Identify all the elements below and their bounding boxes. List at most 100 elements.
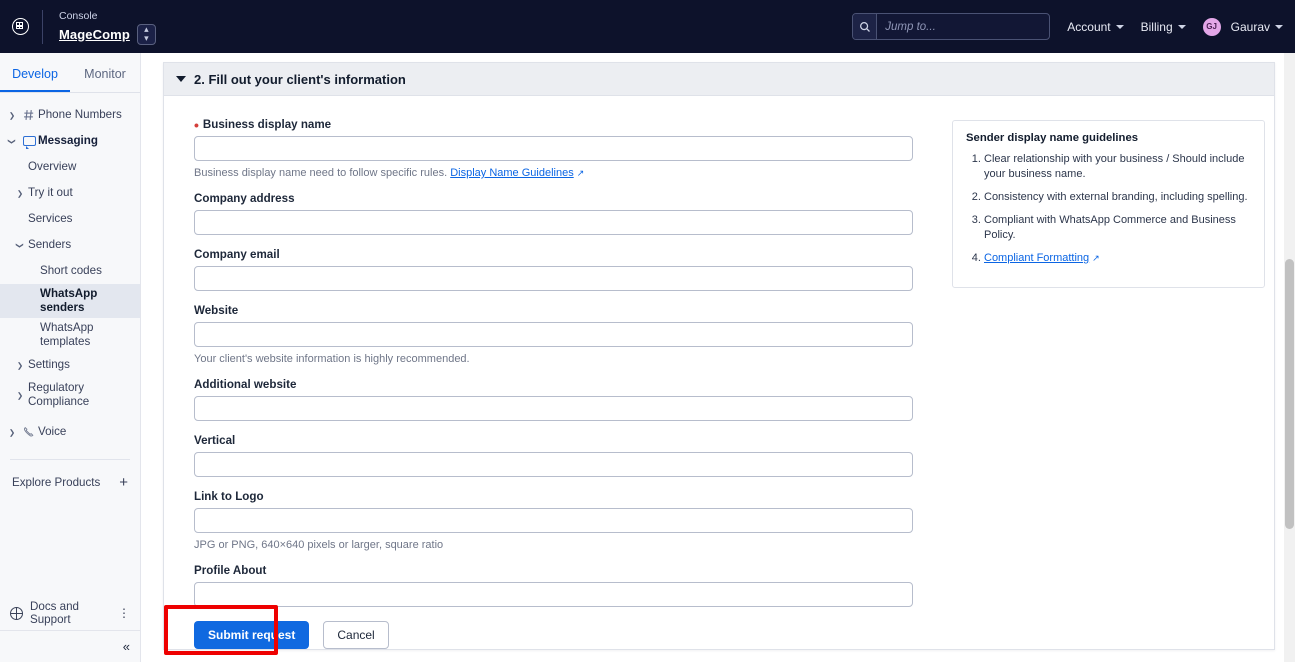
docs-and-support-label: Docs and Support xyxy=(30,600,79,626)
user-menu[interactable]: GJ Gaurav xyxy=(1202,17,1283,36)
cancel-button[interactable]: Cancel xyxy=(323,621,389,649)
company-email-input[interactable] xyxy=(194,266,913,291)
guidelines-title: Sender display name guidelines xyxy=(966,132,1139,144)
field-label: Link to Logo xyxy=(194,490,264,503)
additional-website-input[interactable] xyxy=(194,396,913,421)
chevron-right-icon xyxy=(12,361,28,370)
field-label-text: Business display name xyxy=(202,118,332,131)
sidebar-tabs: Develop Monitor xyxy=(0,53,140,93)
external-link-icon: ↗ xyxy=(1092,253,1100,263)
sidebar-item-try-it-out[interactable]: Try it out xyxy=(0,180,140,206)
field-business-display-name: • Business display name Business display… xyxy=(194,118,924,179)
plus-icon[interactable]: + xyxy=(119,474,128,491)
sidebar-item-voice[interactable]: Voice xyxy=(0,419,140,445)
chevron-right-icon xyxy=(12,189,28,198)
sidebar-item-label: Regulatory Compliance xyxy=(28,381,90,408)
field-hint-text: Business display name need to follow spe… xyxy=(194,167,448,179)
guidelines-list: Clear relationship with your business / … xyxy=(966,152,1251,266)
grid-circle-icon xyxy=(11,18,29,35)
sidebar-item-short-codes[interactable]: Short codes xyxy=(0,258,140,284)
client-information-card: 2. Fill out your client's information • … xyxy=(163,62,1275,655)
sidebar-item-services[interactable]: Services xyxy=(0,206,140,232)
sidebar-item-label: Voice xyxy=(38,425,67,438)
link-to-logo-input[interactable] xyxy=(194,508,913,533)
sidebar-item-label: Phone Numbers xyxy=(38,108,122,121)
sidebar-item-label: Overview xyxy=(28,160,77,173)
display-name-guidelines-link[interactable]: Display Name Guidelines xyxy=(450,167,574,179)
sidebar-item-whatsapp-senders[interactable]: WhatsApp senders xyxy=(0,284,140,318)
chevron-down-icon xyxy=(1177,24,1186,29)
sidebar-item-label: WhatsApp templates xyxy=(40,321,94,348)
chevron-down-icon xyxy=(4,137,20,146)
account-name-link[interactable]: MageComp xyxy=(59,27,130,42)
submit-request-button[interactable]: Submit request xyxy=(194,621,310,649)
sidebar-item-label: Try it out xyxy=(28,186,73,199)
search-input[interactable] xyxy=(877,20,1050,33)
sidebar-item-label: Services xyxy=(28,212,73,225)
sidebar-item-whatsapp-templates[interactable]: WhatsApp templates xyxy=(0,318,140,352)
profile-about-input[interactable] xyxy=(194,582,913,607)
required-asterisk-icon: • xyxy=(194,116,199,133)
sidebar-item-messaging[interactable]: Messaging xyxy=(0,128,140,154)
guidelines-sidebar: Sender display name guidelines Clear rel… xyxy=(924,118,1265,649)
search-icon[interactable] xyxy=(853,14,878,39)
tab-monitor[interactable]: Monitor xyxy=(70,53,140,92)
sidebar-item-settings[interactable]: Settings xyxy=(0,352,140,378)
sidebar-item-senders[interactable]: Senders xyxy=(0,232,140,258)
form-actions: Submit request Cancel xyxy=(164,605,924,655)
tab-develop[interactable]: Develop xyxy=(0,53,70,92)
sidebar-item-overview[interactable]: Overview xyxy=(0,154,140,180)
guideline-item: Clear relationship with your business / … xyxy=(984,152,1251,182)
billing-menu-label: Billing xyxy=(1140,19,1173,34)
console-label: Console xyxy=(59,9,98,22)
section-title: 2. Fill out your client's information xyxy=(194,71,406,87)
compliant-formatting-link[interactable]: Compliant Formatting xyxy=(984,252,1089,264)
field-label: Company address xyxy=(194,192,295,205)
chevron-right-icon xyxy=(4,428,20,437)
field-label: Company email xyxy=(194,248,280,261)
sidebar-nav: Phone Numbers Messaging Overview Try it … xyxy=(0,93,140,491)
sidebar-item-regulatory-compliance[interactable]: Regulatory Compliance xyxy=(0,378,140,412)
header-divider xyxy=(42,9,43,44)
sidebar-item-label: Short codes xyxy=(40,264,102,277)
guideline-item: Compliant with WhatsApp Commerce and Bus… xyxy=(984,213,1251,243)
user-name-label: Gaurav xyxy=(1230,19,1270,34)
company-address-input[interactable] xyxy=(194,210,913,235)
chevrons-left-icon: « xyxy=(122,639,130,654)
business-display-name-input[interactable] xyxy=(194,136,913,161)
app-launcher-button[interactable] xyxy=(0,0,40,53)
sidebar-item-label: Messaging xyxy=(38,134,98,147)
kebab-menu-icon[interactable]: ⋮ xyxy=(118,606,130,620)
field-company-email: Company email xyxy=(194,248,924,291)
field-label: Profile About xyxy=(194,564,267,577)
vertical-input[interactable] xyxy=(194,452,913,477)
sidebar-collapse-button[interactable]: « xyxy=(0,630,140,662)
section-header[interactable]: 2. Fill out your client's information xyxy=(164,63,1274,96)
page-scrollbar[interactable] xyxy=(1284,53,1295,662)
globe-icon xyxy=(10,606,23,620)
chevron-down-icon xyxy=(1275,24,1283,29)
docs-and-support[interactable]: Docs and Support ⋮ xyxy=(0,596,140,630)
sidebar-item-phone-numbers[interactable]: Phone Numbers xyxy=(0,102,140,128)
hash-icon xyxy=(20,109,38,121)
client-information-form: • Business display name Business display… xyxy=(164,118,924,655)
sidebar-item-label: Settings xyxy=(28,358,70,371)
field-label: Website xyxy=(194,304,239,317)
guideline-item-link: Compliant Formatting↗ xyxy=(984,251,1251,266)
header-right-controls: Account Billing GJ Gaurav xyxy=(852,13,1295,40)
account-menu[interactable]: Account xyxy=(1067,20,1124,34)
chevron-right-icon xyxy=(4,111,20,120)
triangle-down-icon[interactable] xyxy=(176,76,186,82)
field-profile-about: Profile About xyxy=(194,564,924,607)
billing-menu[interactable]: Billing xyxy=(1141,20,1186,34)
main-content: 2. Fill out your client's information • … xyxy=(141,53,1295,662)
sidebar-item-label: Senders xyxy=(28,238,72,251)
website-input[interactable] xyxy=(194,322,913,347)
field-hint: Business display name need to follow spe… xyxy=(194,167,924,179)
field-label: Additional website xyxy=(194,378,297,391)
scrollbar-thumb[interactable] xyxy=(1285,259,1294,529)
explore-products-row[interactable]: Explore Products + xyxy=(0,460,140,491)
field-vertical: Vertical xyxy=(194,434,924,477)
global-search[interactable] xyxy=(852,13,1051,40)
account-switcher-button[interactable]: ▴ ▾ xyxy=(136,23,156,45)
